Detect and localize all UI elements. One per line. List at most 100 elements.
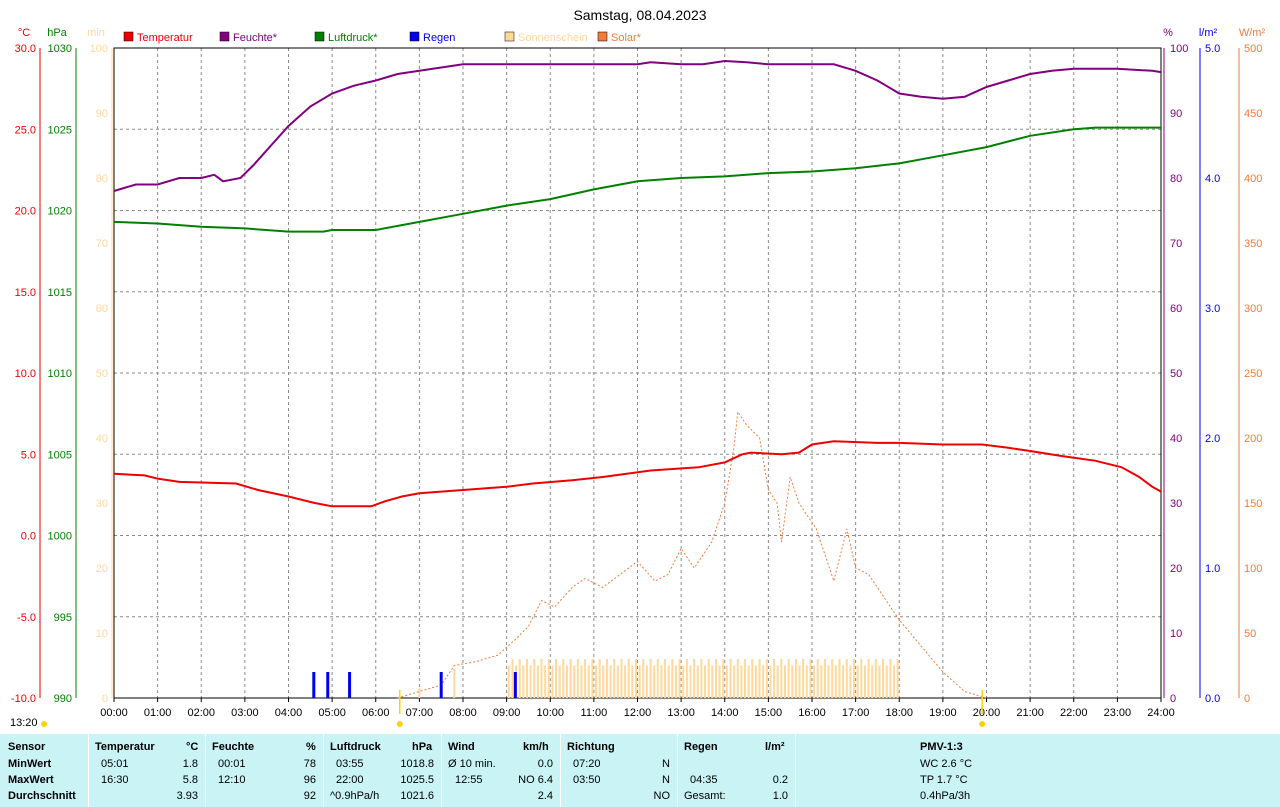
- x-tick-label: 09:00: [493, 707, 521, 719]
- sunshine-bar: [860, 659, 863, 698]
- sunshine-axis-tick: 100: [90, 43, 108, 55]
- sunset-icon: [979, 721, 986, 727]
- sunshine-bar: [605, 659, 608, 698]
- sunshine-bar: [791, 665, 794, 698]
- min-press-value: 1018.8: [400, 758, 434, 770]
- sunshine-bar: [754, 665, 757, 698]
- rain-bar: [312, 672, 316, 698]
- sunshine-bar: [816, 659, 819, 698]
- header-wind: Wind: [448, 741, 475, 753]
- temperature-axis-tick: 5.0: [21, 449, 36, 461]
- humidity-unit: %: [1163, 27, 1173, 39]
- pressure-axis-tick: 1010: [48, 368, 72, 380]
- sunshine-bar: [620, 659, 623, 698]
- sunshine-bar: [787, 659, 790, 698]
- min-press-time: 03:55: [336, 758, 364, 770]
- rain-bar: [348, 672, 352, 698]
- sunshine-bar: [863, 665, 866, 698]
- sunshine-bar: [733, 665, 736, 698]
- sunshine-bar: [533, 659, 536, 698]
- sunshine-bar: [525, 659, 528, 698]
- header-direction: Richtung: [567, 741, 615, 753]
- legend-label: Solar*: [611, 32, 642, 44]
- sunshine-bar: [544, 665, 547, 698]
- avg-wind-value: 2.4: [537, 790, 553, 802]
- x-tick-label: 03:00: [231, 707, 259, 719]
- sunshine-bar: [831, 659, 834, 698]
- x-tick-label: 12:00: [624, 707, 652, 719]
- sunshine-bar: [805, 665, 808, 698]
- sunshine-bar: [576, 659, 579, 698]
- sunshine-bar: [725, 665, 728, 698]
- solar-axis-tick: 250: [1244, 368, 1262, 380]
- x-tick-label: 10:00: [536, 707, 564, 719]
- sunshine-bar: [729, 659, 732, 698]
- sunshine-bar: [551, 665, 554, 698]
- pressure-axis-tick: 1020: [48, 206, 72, 218]
- solar-unit: W/m²: [1239, 27, 1266, 39]
- sunshine-bar: [674, 665, 677, 698]
- header-rain-unit: l/m²: [765, 741, 785, 753]
- temperature-axis-tick: 30.0: [15, 43, 36, 55]
- humidity-axis-tick: 60: [1170, 303, 1182, 315]
- sunshine-bar: [885, 665, 888, 698]
- sunshine-bar: [834, 665, 837, 698]
- header-pressure-unit: hPa: [412, 741, 433, 753]
- row-label-max: MaxWert: [8, 774, 54, 786]
- solar-axis-tick: 500: [1244, 43, 1262, 55]
- sunshine-bar: [751, 659, 754, 698]
- sunshine-bar: [591, 659, 594, 698]
- min-temp-time: 05:01: [101, 758, 129, 770]
- x-tick-label: 15:00: [755, 707, 783, 719]
- pressure-axis-tick: 995: [54, 612, 72, 624]
- sunshine-axis-tick: 0: [102, 693, 108, 705]
- min-hum-value: 78: [303, 758, 316, 770]
- solar-axis-tick: 450: [1244, 108, 1262, 120]
- sunshine-bar: [689, 665, 692, 698]
- sunshine-bar: [634, 659, 637, 698]
- x-tick-label: 00:00: [100, 707, 128, 719]
- sunshine-bar: [685, 659, 688, 698]
- sunshine-bar: [573, 665, 576, 698]
- solar-axis-tick: 200: [1244, 433, 1262, 445]
- sunshine-bar: [776, 665, 779, 698]
- sunshine-bar: [802, 659, 805, 698]
- header-pmv: PMV-1:3: [920, 741, 963, 753]
- sunshine-bar: [813, 665, 816, 698]
- legend-label: Luftdruck*: [328, 32, 378, 44]
- legend-label: Regen: [423, 32, 455, 44]
- rain-total-label: Gesamt:: [684, 790, 726, 802]
- temperature-axis-tick: 10.0: [15, 368, 36, 380]
- sunshine-bar: [867, 659, 870, 698]
- temperature-axis-tick: 25.0: [15, 124, 36, 136]
- sunshine-bar: [642, 659, 645, 698]
- pressure-axis-tick: 990: [54, 693, 72, 705]
- rain-axis-tick: 4.0: [1205, 173, 1220, 185]
- solar-axis-tick: 350: [1244, 238, 1262, 250]
- sunshine-bar: [893, 665, 896, 698]
- legend-swatch: [409, 31, 420, 42]
- sunshine-bar: [856, 665, 859, 698]
- rain-bar: [513, 672, 517, 698]
- sunshine-bar: [664, 659, 667, 698]
- pressure-axis-tick: 1015: [48, 287, 72, 299]
- sunshine-bar: [507, 665, 510, 698]
- solar-axis-tick: 50: [1244, 628, 1256, 640]
- temperature-axis-tick: 20.0: [15, 206, 36, 218]
- sunshine-bar: [587, 665, 590, 698]
- rain-unit: l/m²: [1199, 27, 1218, 39]
- max-press-time: 22:00: [336, 774, 364, 786]
- header-humidity-unit: %: [306, 741, 316, 753]
- sunshine-bar: [707, 659, 710, 698]
- sunshine-bar: [714, 659, 717, 698]
- sunshine-bar: [882, 659, 885, 698]
- pressure-axis-tick: 1000: [48, 531, 72, 543]
- sunshine-bar: [595, 665, 598, 698]
- rain-bar: [326, 672, 330, 698]
- max-rain-value: 0.2: [772, 774, 788, 786]
- sunshine-bar: [536, 665, 539, 698]
- x-tick-label: 16:00: [798, 707, 826, 719]
- x-tick-label: 07:00: [406, 707, 434, 719]
- legend-label: Temperatur: [137, 32, 193, 44]
- statistics-table: Sensor Temperatur °C Feuchte % Luftdruck…: [0, 734, 1280, 807]
